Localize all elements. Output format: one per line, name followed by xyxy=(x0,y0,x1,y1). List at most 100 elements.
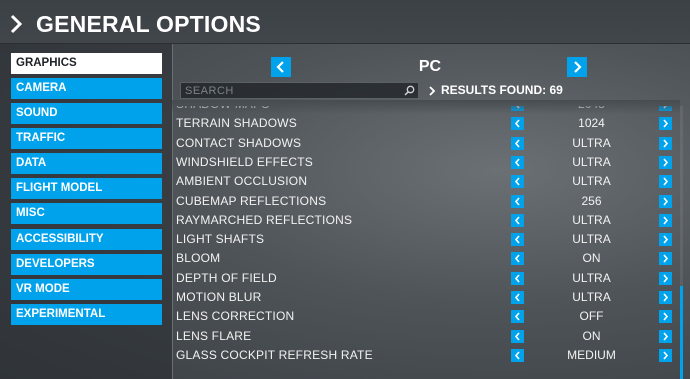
sidebar-item-flight-model[interactable]: FLIGHT MODEL xyxy=(11,178,162,199)
chevron-left-icon xyxy=(514,293,520,302)
chevron-right-icon xyxy=(663,196,669,206)
setting-row[interactable]: SHADOW MAPS 2048 xyxy=(172,106,680,114)
setting-row[interactable]: AMBIENT OCCLUSION ULTRA xyxy=(172,172,680,191)
platform-next-button[interactable] xyxy=(567,57,587,77)
setting-next-button[interactable] xyxy=(659,136,672,150)
chevron-right-icon xyxy=(663,235,669,244)
chevron-left-icon xyxy=(514,139,520,148)
setting-label: CUBEMAP REFLECTIONS xyxy=(176,193,327,208)
chevron-right-icon xyxy=(663,216,669,225)
setting-value: ULTRA xyxy=(572,212,611,227)
chevron-right-icon xyxy=(663,332,669,341)
setting-row[interactable]: GLASS COCKPIT REFRESH RATE MEDIUM xyxy=(172,346,680,365)
sidebar-item-traffic[interactable]: TRAFFIC xyxy=(11,128,162,149)
settings-list: SHADOW MAPS 2048 TERRAIN SHADOWS 1024 CONTAC… xyxy=(172,106,680,379)
setting-next-button[interactable] xyxy=(659,291,672,304)
search-field[interactable] xyxy=(180,82,419,99)
setting-value: 256 xyxy=(581,193,602,208)
setting-row[interactable]: LIGHT SHAFTS ULTRA xyxy=(172,230,680,249)
setting-prev-button[interactable] xyxy=(511,310,524,324)
setting-label: GLASS COCKPIT REFRESH RATE xyxy=(176,347,373,362)
setting-prev-button[interactable] xyxy=(511,213,524,227)
setting-next-button[interactable] xyxy=(659,252,672,266)
setting-value: ULTRA xyxy=(572,135,611,150)
setting-row[interactable]: TERRAIN SHADOWS 1024 xyxy=(172,114,680,133)
setting-prev-button[interactable] xyxy=(511,136,524,150)
setting-prev-button[interactable] xyxy=(511,329,524,343)
setting-prev-button[interactable] xyxy=(511,117,524,131)
setting-prev-button[interactable] xyxy=(511,291,524,304)
search-icon[interactable] xyxy=(404,85,415,96)
setting-row[interactable]: BLOOM ON xyxy=(172,249,680,268)
setting-row[interactable]: CONTACT SHADOWS ULTRA xyxy=(172,134,680,153)
chevron-right-icon xyxy=(663,106,667,109)
sidebar-item-vr-mode[interactable]: VR MODE xyxy=(11,279,162,300)
setting-value: ULTRA xyxy=(572,270,611,285)
title-bar: GENERAL OPTIONS xyxy=(0,0,690,44)
chevron-left-icon xyxy=(276,61,284,73)
setting-next-button[interactable] xyxy=(659,175,672,189)
setting-prev-button[interactable] xyxy=(511,271,524,285)
chevron-right-icon xyxy=(663,139,669,148)
setting-value: ON xyxy=(582,251,601,266)
sidebar-item-experimental[interactable]: EXPERIMENTAL xyxy=(11,304,162,325)
chevron-left-icon xyxy=(514,332,520,341)
setting-label: RAYMARCHED REFLECTIONS xyxy=(176,212,353,227)
sidebar-item-misc[interactable]: MISC xyxy=(11,203,162,224)
setting-next-button[interactable] xyxy=(659,310,672,324)
setting-row[interactable]: WINDSHIELD EFFECTS ULTRA xyxy=(172,153,680,172)
setting-value: MEDIUM xyxy=(567,347,616,362)
setting-row[interactable]: MOTION BLUR ULTRA xyxy=(172,288,680,307)
chevron-right-icon xyxy=(663,351,669,360)
setting-prev-button[interactable] xyxy=(511,175,524,189)
setting-next-button[interactable] xyxy=(659,117,672,131)
sidebar-item-accessibility[interactable]: ACCESSIBILITY xyxy=(11,229,162,250)
setting-next-button[interactable] xyxy=(659,155,672,169)
chevron-right-icon xyxy=(663,312,669,321)
sidebar-item-data[interactable]: DATA xyxy=(11,153,162,174)
setting-prev-button[interactable] xyxy=(511,106,524,111)
setting-label: LENS FLARE xyxy=(176,328,252,343)
setting-row[interactable]: LENS CORRECTION OFF xyxy=(172,307,680,326)
setting-label: CONTACT SHADOWS xyxy=(176,135,302,150)
chevron-right-icon xyxy=(663,274,669,283)
sidebar-item-graphics[interactable]: GRAPHICS xyxy=(11,53,162,74)
setting-row[interactable]: DEPTH OF FIELD ULTRA xyxy=(172,269,680,288)
scrollbar-thumb[interactable] xyxy=(680,286,683,379)
setting-next-button[interactable] xyxy=(659,271,672,285)
chevron-right-icon xyxy=(663,177,669,186)
setting-label: LENS CORRECTION xyxy=(176,309,295,324)
chevron-right-icon xyxy=(663,158,669,167)
setting-value: 2048 xyxy=(524,106,659,111)
setting-row[interactable]: CUBEMAP REFLECTIONS 256 xyxy=(172,192,680,211)
chevron-right-icon xyxy=(574,61,582,73)
setting-prev-button[interactable] xyxy=(511,233,524,247)
sidebar-item-developers[interactable]: DEVELOPERS xyxy=(11,254,162,275)
setting-row[interactable]: LENS FLARE ON xyxy=(172,327,680,346)
setting-next-button[interactable] xyxy=(659,233,672,247)
platform-prev-button[interactable] xyxy=(271,57,291,77)
chevron-left-icon xyxy=(516,106,520,109)
setting-next-button[interactable] xyxy=(659,194,672,208)
sidebar-item-sound[interactable]: SOUND xyxy=(11,103,162,124)
chevron-left-icon xyxy=(514,216,520,225)
setting-prev-button[interactable] xyxy=(511,252,524,266)
setting-row[interactable]: RAYMARCHED REFLECTIONS ULTRA xyxy=(172,211,680,230)
setting-next-button[interactable] xyxy=(659,329,672,343)
chevron-left-icon xyxy=(514,351,520,360)
setting-next-button[interactable] xyxy=(659,348,672,362)
setting-label: MOTION BLUR xyxy=(176,290,262,304)
setting-label: AMBIENT OCCLUSION xyxy=(176,174,308,189)
setting-prev-button[interactable] xyxy=(511,194,524,208)
setting-label: BLOOM xyxy=(176,251,221,266)
setting-next-button[interactable] xyxy=(659,213,672,227)
search-input[interactable] xyxy=(185,83,395,98)
setting-value: OFF xyxy=(579,309,604,324)
setting-prev-button[interactable] xyxy=(511,348,524,362)
chevron-left-icon xyxy=(514,312,520,321)
setting-prev-button[interactable] xyxy=(511,155,524,169)
sidebar-item-camera[interactable]: CAMERA xyxy=(11,78,162,99)
page-title: GENERAL OPTIONS xyxy=(36,11,261,37)
setting-next-button[interactable] xyxy=(659,106,672,111)
setting-value: 1024 xyxy=(578,116,605,131)
